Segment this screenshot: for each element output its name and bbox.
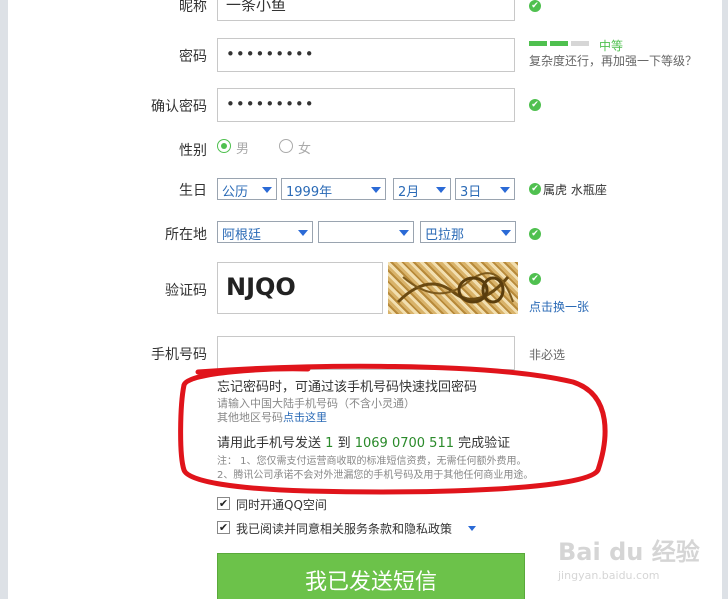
country-select[interactable]: 阿根廷 [217, 221, 313, 243]
other-region-link[interactable]: 点击这里 [283, 411, 327, 424]
birth-day-select[interactable]: 3日 [455, 178, 515, 200]
calendar-type-select[interactable]: 公历 [217, 178, 277, 200]
city-select[interactable]: 巴拉那 [420, 221, 516, 243]
registration-form: 昵称 一条小鱼 ✔ 密码 ••••••••• 中等 复杂度还行，再加强一下等级？… [8, 0, 722, 599]
phone-optional-hint: 非必选 [529, 348, 566, 362]
birthday-label: 生日 [179, 183, 207, 199]
chevron-down-icon [501, 230, 511, 236]
baidu-jingyan-watermark: Bai du 经验 jingyan.baidu.com [558, 532, 700, 582]
phone-input[interactable] [217, 336, 515, 370]
location-valid-icon: ✔ [529, 228, 541, 240]
gender-female-radio[interactable] [279, 139, 293, 153]
gender-male-radio[interactable] [217, 139, 231, 153]
chevron-down-icon [371, 187, 381, 193]
gender-label: 性别 [179, 143, 207, 159]
captcha-refresh-link[interactable]: 点击换一张 [529, 298, 589, 315]
verify-instruction: 请用此手机号发送 1 到 1069 0700 511 完成验证 [217, 436, 511, 451]
nickname-valid-icon: ✔ [529, 0, 541, 12]
qzone-checkbox[interactable]: ✔ [217, 497, 230, 510]
captcha-valid-icon: ✔ [529, 273, 541, 285]
chevron-down-icon [500, 187, 510, 193]
watermark-brand: Bai du 经验 [558, 538, 700, 566]
note-line-2: 2、腾讯公司承诺不会对外泄漏您的手机号码及用于其他任何商业用途。 [217, 470, 534, 481]
location-label: 所在地 [165, 227, 207, 243]
birthday-valid-icon: ✔ [529, 183, 541, 195]
nickname-label: 昵称 [179, 0, 207, 15]
birth-year-select[interactable]: 1999年 [281, 178, 386, 200]
gender-male-label: 男 [236, 142, 250, 157]
agreement-expand-icon[interactable] [468, 526, 476, 531]
province-select[interactable] [318, 221, 414, 243]
captcha-distortion-graphic [396, 272, 514, 304]
captcha-label: 验证码 [165, 283, 207, 299]
info-recover-text: 忘记密码时，可通过该手机号码快速找回密码 [217, 380, 478, 395]
password-label: 密码 [179, 49, 207, 65]
qzone-label: 同时开通QQ空间 [236, 498, 327, 512]
phone-label: 手机号码 [151, 347, 207, 363]
chevron-down-icon [262, 187, 272, 193]
chevron-down-icon [298, 230, 308, 236]
nickname-input[interactable]: 一条小鱼 [217, 0, 515, 21]
submit-button[interactable]: 我已发送短信 [217, 553, 525, 599]
zodiac-text: 属虎 水瓶座 [543, 183, 607, 197]
confirm-password-valid-icon: ✔ [529, 99, 541, 111]
confirm-password-input[interactable]: ••••••••• [217, 88, 515, 122]
info-other-region: 其他地区号码点击这里 [217, 411, 327, 424]
watermark-url: jingyan.baidu.com [558, 569, 660, 582]
chevron-down-icon [436, 187, 446, 193]
chevron-down-icon [399, 230, 409, 236]
agreement-label[interactable]: 我已阅读并同意相关服务条款和隐私政策 [236, 520, 452, 537]
password-input[interactable]: ••••••••• [217, 38, 515, 72]
confirm-password-label: 确认密码 [151, 99, 207, 115]
captcha-image[interactable] [388, 262, 518, 314]
password-strength-hint: 复杂度还行，再加强一下等级？ [529, 54, 698, 68]
agreement-checkbox[interactable]: ✔ [217, 521, 230, 534]
birth-month-select[interactable]: 2月 [393, 178, 451, 200]
captcha-input[interactable]: NJQO [217, 262, 383, 314]
gender-female-label: 女 [298, 142, 312, 157]
note-line-1: 注： 1、您仅需支付运营商收取的标准短信资费，无需任何额外费用。 [217, 456, 527, 467]
